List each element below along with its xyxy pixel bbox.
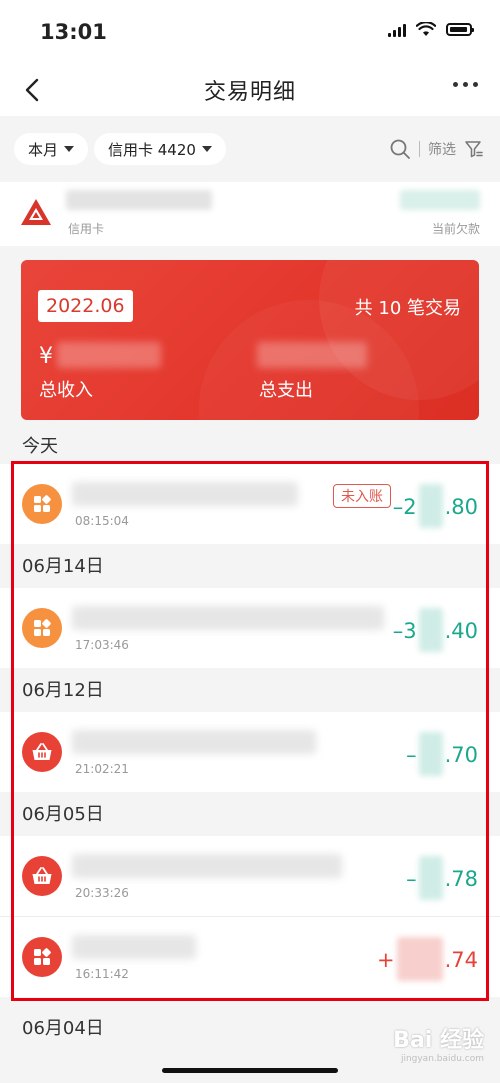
total-expense-redacted (257, 342, 367, 368)
status-icons (388, 22, 474, 37)
account-type-label: 信用卡 (68, 222, 105, 236)
total-income-redacted (57, 342, 161, 368)
funnel-icon[interactable] (464, 139, 484, 159)
app-grid-icon (22, 484, 62, 524)
caret-down-icon (64, 146, 75, 152)
shopping-basket-icon (22, 856, 62, 896)
divider (419, 141, 420, 157)
amount-redacted (418, 856, 443, 900)
page-title: 交易明细 (203, 80, 296, 105)
month-filter-label: 本月 (28, 140, 59, 159)
transaction-time: 16:11:42 (75, 967, 129, 981)
more-dot-icon (473, 82, 478, 87)
amount-suffix: .80 (444, 495, 478, 519)
shopping-basket-icon (22, 732, 62, 772)
date-header: 06月12日 (0, 668, 500, 712)
total-expense-label: 总支出 (259, 380, 313, 401)
transaction-amount: –2 .80 (392, 484, 478, 530)
amount-prefix: –2 (392, 495, 417, 519)
account-balance-label: 当前欠款 (431, 222, 480, 236)
more-dot-icon (453, 82, 458, 87)
transaction-list: 08:15:04 未入账 –2 .80 06月14日 17:03:46 –3 .40… (0, 464, 500, 997)
transaction-row[interactable]: 17:03:46 –3 .40 (0, 588, 500, 668)
watermark-brand: Bai 经验 (393, 1028, 484, 1053)
bank-logo-icon (21, 199, 51, 225)
pending-badge: 未入账 (333, 484, 391, 508)
more-button[interactable] (453, 82, 478, 87)
total-income-label: 总收入 (39, 380, 93, 401)
amount-redacted (418, 484, 443, 528)
transaction-count: 共 10 笔交易 (354, 298, 461, 319)
amount-suffix: .74 (444, 948, 478, 972)
amount-prefix: – (406, 867, 417, 891)
date-header: 06月14日 (0, 544, 500, 588)
amount-suffix: .40 (444, 619, 478, 643)
cellular-signal-icon (388, 23, 406, 37)
card-filter-label: 信用卡 4420 (108, 140, 196, 159)
watermark: Bai 经验 jingyan.baidu.com (393, 1022, 484, 1064)
amount-prefix: –3 (392, 619, 417, 643)
transaction-time: 08:15:04 (75, 514, 129, 528)
account-row[interactable]: 信用卡 当前欠款 (0, 182, 500, 246)
transaction-amount: – .78 (406, 856, 478, 902)
merchant-name-redacted (72, 935, 196, 959)
amount-suffix: .70 (444, 743, 478, 767)
transaction-amount: –3 .40 (392, 608, 478, 654)
filter-bar: 本月 信用卡 4420 筛选 (0, 116, 500, 182)
summary-month-badge: 2022.06 (38, 290, 133, 322)
status-time: 13:01 (40, 20, 107, 44)
more-dot-icon (463, 82, 468, 87)
amount-prefix: – (406, 743, 417, 767)
account-balance-redacted (400, 190, 480, 210)
date-header: 06月04日 (22, 1018, 104, 1039)
transaction-time: 17:03:46 (75, 638, 129, 652)
filter-button-label[interactable]: 筛选 (428, 139, 456, 159)
amount-suffix: .78 (444, 867, 478, 891)
transaction-amount: + .74 (376, 937, 478, 983)
caret-down-icon (201, 146, 212, 152)
date-header: 06月05日 (0, 792, 500, 836)
month-filter-dropdown[interactable]: 本月 (14, 133, 89, 165)
filter-tools: 筛选 (389, 138, 484, 160)
transaction-time: 21:02:21 (75, 762, 129, 776)
amount-redacted (396, 937, 443, 981)
merchant-name-redacted (72, 730, 316, 754)
merchant-name-redacted (72, 606, 384, 630)
app-grid-icon (22, 937, 62, 977)
transaction-row[interactable]: 16:11:42 + .74 (0, 916, 500, 997)
battery-icon (446, 23, 474, 36)
date-header: 今天 (22, 436, 58, 457)
home-indicator[interactable] (162, 1068, 338, 1073)
transaction-row[interactable]: 20:33:26 – .78 (0, 836, 500, 916)
account-name-redacted (66, 190, 212, 210)
status-bar: 13:01 (0, 0, 500, 64)
watermark-url: jingyan.baidu.com (400, 1054, 484, 1064)
merchant-name-redacted (72, 482, 298, 506)
amount-redacted (418, 608, 443, 652)
transaction-time: 20:33:26 (75, 886, 129, 900)
transaction-row[interactable]: 21:02:21 – .70 (0, 712, 500, 792)
amount-redacted (418, 732, 443, 776)
transaction-row[interactable]: 08:15:04 未入账 –2 .80 (0, 464, 500, 544)
merchant-name-redacted (72, 854, 342, 878)
card-filter-dropdown[interactable]: 信用卡 4420 (94, 133, 226, 165)
transaction-amount: – .70 (406, 732, 478, 778)
app-grid-icon (22, 608, 62, 648)
amount-prefix: + (376, 948, 395, 972)
currency-symbol: ¥ (39, 344, 53, 369)
search-icon[interactable] (389, 138, 411, 160)
monthly-summary-card[interactable]: 2022.06 共 10 笔交易 ¥ 总收入 总支出 (21, 260, 479, 420)
nav-bar: 交易明细 (0, 64, 500, 116)
wifi-icon (416, 22, 436, 36)
